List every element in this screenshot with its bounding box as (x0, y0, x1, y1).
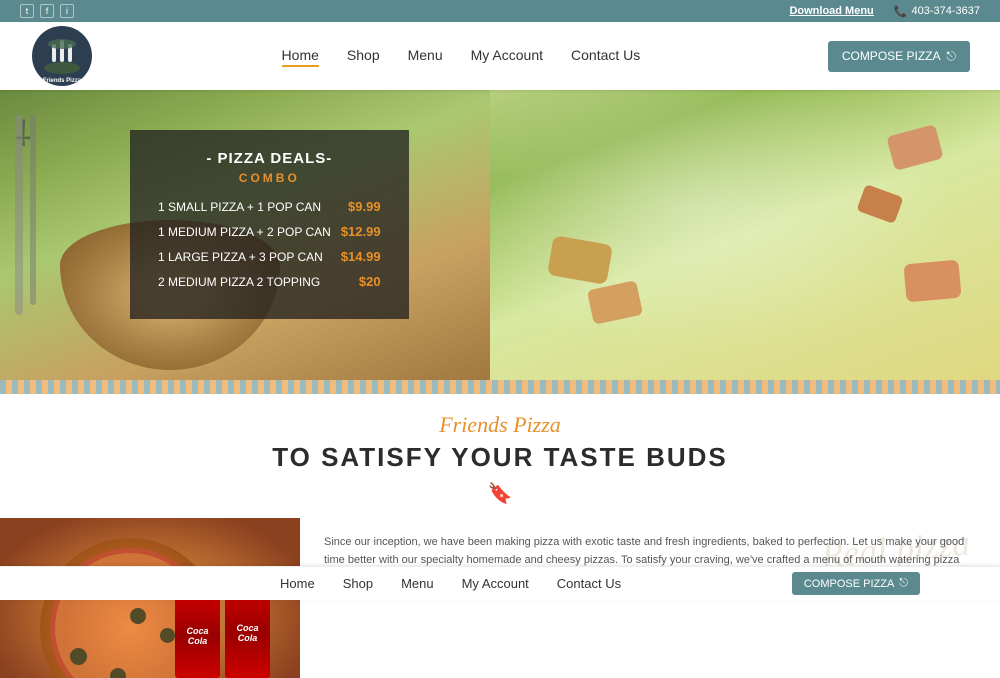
nav-account[interactable]: My Account (471, 47, 543, 65)
nav-shop[interactable]: Shop (347, 47, 380, 65)
deal-name-3: 1 LARGE PIZZA + 3 POP CAN (158, 250, 341, 264)
sticky-compose-button[interactable]: COMPOSE PIZZA ⎋ (792, 572, 920, 595)
phone-number: 📞 403-374-3637 (894, 5, 980, 18)
deals-title: - PIZZA DEALS- (158, 150, 381, 167)
top-bar: t f i Download Menu 📞 403-374-3637 (0, 0, 1000, 22)
deal-price-4: $20 (359, 274, 381, 289)
crouton-3 (903, 260, 961, 303)
deal-price-3: $14.99 (341, 249, 381, 264)
deal-row-1: 1 SMALL PIZZA + 1 POP CAN $9.99 (158, 199, 381, 214)
bookmark-icon: 🔖 (0, 481, 1000, 506)
sticky-nav: Home Shop Menu My Account Contact Us COM… (0, 566, 1000, 600)
script-heading: Friends Pizza (0, 412, 1000, 438)
hero-section: ⸸ - PIZZA DEALS- COMBO 1 SMALL PIZZA + 1… (0, 90, 1000, 380)
deal-name-4: 2 MEDIUM PIZZA 2 TOPPING (158, 275, 359, 289)
social-links[interactable]: t f i (20, 4, 74, 18)
compose-pizza-button[interactable]: COMPOSE PIZZA ⎋ (828, 41, 970, 72)
deal-price-2: $12.99 (341, 224, 381, 239)
main-heading: TO SATISFY YOUR TASTE BUDS (0, 442, 1000, 473)
nav-links: Home Shop Menu My Account Contact Us (282, 47, 641, 65)
deal-row-2: 1 MEDIUM PIZZA + 2 POP CAN $12.99 (158, 224, 381, 239)
tagline-section: Friends Pizza TO SATISFY YOUR TASTE BUDS… (0, 394, 1000, 506)
main-nav: Friends Pizza Home Shop Menu My Account … (0, 22, 1000, 90)
knife-shape (30, 115, 36, 305)
share-icon: ⎋ (947, 49, 957, 64)
twitter-icon[interactable]: t (20, 4, 34, 18)
deal-row-4: 2 MEDIUM PIZZA 2 TOPPING $20 (158, 274, 381, 289)
wave-border (0, 380, 1000, 394)
coke-label-2: CocaCola (186, 626, 208, 646)
coke-label-1: CocaCola (236, 623, 258, 643)
logo-svg: Friends Pizza (30, 24, 94, 88)
sticky-nav-contact[interactable]: Contact Us (557, 575, 621, 593)
deal-name-1: 1 SMALL PIZZA + 1 POP CAN (158, 200, 348, 214)
deal-row-3: 1 LARGE PIZZA + 3 POP CAN $14.99 (158, 249, 381, 264)
coke-can-2: CocaCola (175, 593, 220, 678)
sticky-nav-home[interactable]: Home (280, 575, 315, 593)
bottom-section: CocaCola CocaCola Real pizza Real taste … (0, 518, 1000, 678)
deals-subtitle: COMBO (158, 171, 381, 185)
download-menu-link[interactable]: Download Menu (789, 5, 873, 17)
deal-name-2: 1 MEDIUM PIZZA + 2 POP CAN (158, 225, 341, 239)
logo[interactable]: Friends Pizza (30, 24, 94, 88)
sticky-nav-shop[interactable]: Shop (343, 575, 373, 593)
coke-can-1: CocaCola (225, 588, 270, 678)
facebook-icon[interactable]: f (40, 4, 54, 18)
sticky-share-icon: ⎋ (899, 577, 908, 590)
phone-icon: 📞 (894, 5, 908, 18)
nav-home[interactable]: Home (282, 47, 319, 65)
pizza-deals-overlay: - PIZZA DEALS- COMBO 1 SMALL PIZZA + 1 P… (130, 130, 409, 319)
nav-contact[interactable]: Contact Us (571, 47, 640, 65)
nav-menu[interactable]: Menu (408, 47, 443, 65)
hero-right-image (490, 90, 1000, 380)
fork-shape (15, 115, 23, 315)
sticky-nav-menu[interactable]: Menu (401, 575, 434, 593)
instagram-icon[interactable]: i (60, 4, 74, 18)
sticky-nav-links: Home Shop Menu My Account Contact Us (280, 575, 621, 593)
svg-text:Friends Pizza: Friends Pizza (43, 78, 82, 84)
sticky-nav-account[interactable]: My Account (462, 575, 529, 593)
deal-price-1: $9.99 (348, 199, 381, 214)
hero-left-image: ⸸ - PIZZA DEALS- COMBO 1 SMALL PIZZA + 1… (0, 90, 490, 380)
